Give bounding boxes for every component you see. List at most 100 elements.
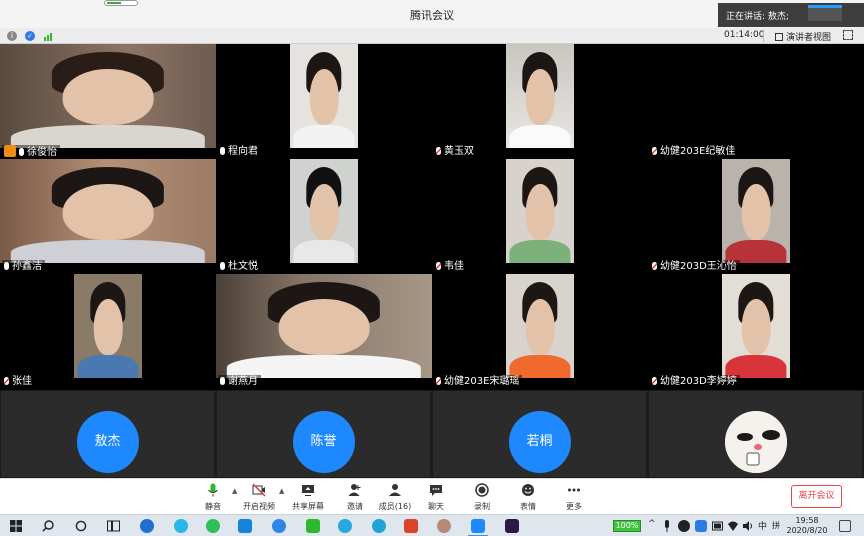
video-tile[interactable]: 徐俊怡 <box>0 44 216 159</box>
edge-icon[interactable] <box>140 519 154 533</box>
emoji-icon <box>522 484 534 496</box>
mute-button[interactable]: 静音 <box>190 483 236 512</box>
participant-label: 韦佳 <box>434 260 467 273</box>
network-indicator <box>104 0 138 6</box>
members-button[interactable]: 成员(16) <box>372 483 418 512</box>
video-tile[interactable]: 幼健203D王沁怡 <box>648 159 864 274</box>
clock-date: 2020/8/20 <box>786 526 828 535</box>
meeting-window: 腾讯会议 正在讲话: 敖杰; i ✓ 01:14:00 演讲者视图 徐俊怡 程向… <box>0 0 864 536</box>
notification-icon[interactable] <box>839 520 851 532</box>
search-icon[interactable] <box>42 520 54 532</box>
premiere-icon[interactable] <box>505 519 519 533</box>
chat-icon <box>430 485 442 496</box>
participant-label: 幼健203E纪敏佳 <box>650 145 739 158</box>
emoji-button[interactable]: 表情 <box>505 483 551 512</box>
tray-up-icon[interactable]: ^ <box>648 519 656 529</box>
ime-indicator[interactable]: 中 <box>758 519 767 532</box>
mic-icon <box>19 148 24 156</box>
mic-muted-icon <box>652 377 657 385</box>
task-view-icon[interactable] <box>107 520 120 532</box>
ime-mode-indicator[interactable]: 拼 <box>772 520 780 531</box>
camera-off-icon <box>252 483 266 497</box>
mic-muted-icon <box>436 377 441 385</box>
system-clock[interactable]: 19:58 2020/8/20 <box>785 516 829 536</box>
user-app-icon[interactable] <box>437 519 451 533</box>
share-screen-button[interactable]: 共享屏幕 <box>285 483 331 512</box>
video-feed <box>506 159 574 263</box>
avatar-tile[interactable]: 敖杰 <box>0 390 215 478</box>
participant-name: 黄玉双 <box>444 146 474 157</box>
more-button[interactable]: 更多 <box>551 483 597 512</box>
video-tile[interactable]: 谢燕月 <box>216 274 432 389</box>
photos-icon[interactable] <box>372 519 386 533</box>
mail-icon[interactable] <box>238 519 252 533</box>
volume-icon[interactable] <box>742 520 754 532</box>
divider <box>763 30 764 42</box>
shield-icon[interactable]: ✓ <box>25 31 35 41</box>
video-button[interactable]: 开启视频 <box>236 483 282 512</box>
fullscreen-icon[interactable] <box>843 30 853 40</box>
participant-name: 韦佳 <box>444 261 464 272</box>
leave-meeting-button[interactable]: 离开会议 <box>791 485 842 508</box>
lark-icon[interactable] <box>272 519 286 533</box>
video-options-icon[interactable]: ▲ <box>279 487 284 495</box>
mic-icon <box>220 147 225 155</box>
signal-icon[interactable] <box>44 31 54 41</box>
mute-label: 静音 <box>205 502 221 511</box>
video-tile[interactable]: 幼健203E纪敏佳 <box>648 44 864 159</box>
video-feed <box>722 274 790 378</box>
share-screen-label: 共享屏幕 <box>292 502 324 511</box>
mic-tray-icon[interactable] <box>662 520 672 532</box>
browser-icon[interactable] <box>338 519 352 533</box>
video-tile[interactable]: 程向君 <box>216 44 432 159</box>
participant-name: 幼健203E纪敏佳 <box>660 146 736 157</box>
record-button[interactable]: 录制 <box>459 483 505 512</box>
video-tile[interactable]: 杜文悦 <box>216 159 432 274</box>
share-screen-icon <box>302 485 314 496</box>
video-feed <box>506 44 574 148</box>
avatar-tile[interactable]: 若桐 <box>432 390 647 478</box>
qq-icon[interactable] <box>678 520 690 532</box>
participant-label: 徐俊怡 <box>2 145 60 158</box>
cloud-icon[interactable] <box>695 520 707 532</box>
avatar-tile[interactable]: 陈誉 <box>216 390 431 478</box>
video-tile[interactable]: 韦佳 <box>432 159 648 274</box>
tencent-meeting-icon[interactable] <box>471 519 485 533</box>
video-grid: 徐俊怡 程向君 黄玉双 幼健203E纪敏佳 孙鑫洁 杜文悦 韦佳 幼健203D王… <box>0 44 864 390</box>
ie-icon[interactable] <box>174 519 188 533</box>
record-label: 录制 <box>474 502 490 511</box>
network-icon[interactable] <box>728 520 738 532</box>
meeting-timer: 01:14:00 <box>724 30 765 40</box>
video-tile[interactable]: 幼健203D李婷婷 <box>648 274 864 389</box>
mic-muted-icon <box>436 262 441 270</box>
invite-label: 邀请 <box>347 502 363 511</box>
video-tile[interactable]: 黄玉双 <box>432 44 648 159</box>
meeting-toolbar: 静音 ▲ 开启视频 ▲ 共享屏幕 邀请 成员(16) 聊天 录制 表情 更多 离… <box>0 478 864 514</box>
chat-button[interactable]: 聊天 <box>413 483 459 512</box>
windows-taskbar: 100% ^ 中 拼 19:58 2020/8/20 <box>0 514 864 536</box>
video-tile[interactable]: 幼健203E宋璐瑶 <box>432 274 648 389</box>
windows-start-icon[interactable] <box>10 520 22 532</box>
video-tile[interactable]: 张佳 <box>0 274 216 389</box>
speaking-text: 正在讲话: 敖杰; <box>726 12 789 22</box>
info-bar: i ✓ 01:14:00 演讲者视图 <box>0 28 864 44</box>
participant-label: 程向君 <box>218 145 261 158</box>
participant-name: 幼健203E宋璐瑶 <box>444 376 520 387</box>
office-icon[interactable] <box>404 519 418 533</box>
battery-tray-icon[interactable] <box>712 521 724 531</box>
battery-indicator[interactable]: 100% <box>613 520 641 532</box>
members-icon <box>389 484 401 496</box>
video-tile[interactable]: 孙鑫洁 <box>0 159 216 274</box>
participant-name: 谢燕月 <box>228 376 258 387</box>
wechat-icon[interactable] <box>306 519 320 533</box>
browser-360-icon[interactable] <box>206 519 220 533</box>
view-mode-label: 演讲者视图 <box>786 33 832 43</box>
participant-label: 黄玉双 <box>434 145 477 158</box>
avatar-tile[interactable] <box>648 390 863 478</box>
more-label: 更多 <box>566 502 582 511</box>
info-icon[interactable]: i <box>7 31 17 41</box>
view-mode-button[interactable]: 演讲者视图 <box>775 30 831 43</box>
cortana-icon[interactable] <box>75 520 87 532</box>
participant-label: 幼健203D李婷婷 <box>650 375 740 388</box>
participant-name: 程向君 <box>228 146 258 157</box>
